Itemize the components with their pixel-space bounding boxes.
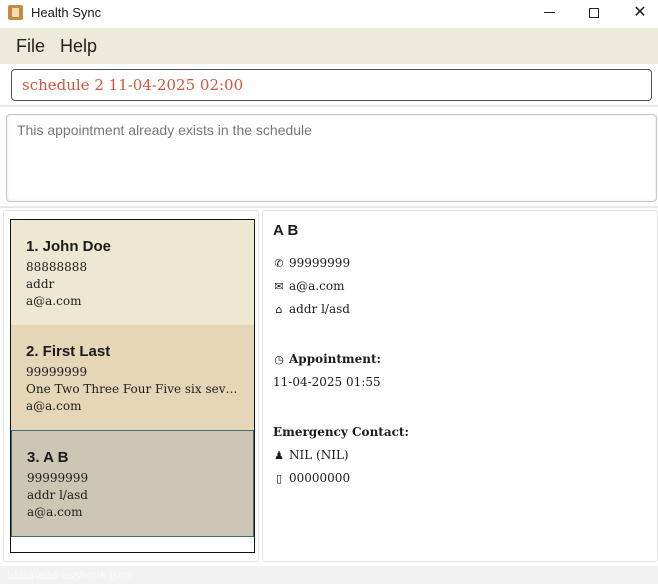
- person-email: a@a.com: [27, 505, 83, 519]
- menu-file[interactable]: File: [16, 36, 45, 57]
- person-icon: ♟: [274, 449, 284, 462]
- emergency-contact-heading: Emergency Contact:: [273, 425, 409, 439]
- mail-icon: ✉: [274, 280, 284, 293]
- emergency-name: NIL (NIL): [289, 448, 349, 462]
- emergency-phone-row: ▯ 00000000: [273, 471, 350, 485]
- status-bar: .\data\addressbook.json: [0, 566, 658, 584]
- person-address: addr: [26, 277, 55, 291]
- result-area: This appointment already exists in the s…: [0, 109, 658, 208]
- home-icon: ⌂: [275, 303, 283, 316]
- clock-icon: ◷: [274, 353, 284, 366]
- person-phone: 88888888: [26, 260, 88, 274]
- status-path: .\data\addressbook.json: [4, 568, 132, 582]
- menu-bar: File Help: [0, 28, 658, 64]
- maximize-icon: [589, 7, 599, 18]
- person-name: 2. First Last: [26, 343, 111, 360]
- command-area: schedule 2 11-04-2025 02:00: [0, 64, 658, 107]
- person-email: a@a.com: [26, 294, 82, 308]
- person-card[interactable]: 1. John Doe 88888888 addr a@a.com: [11, 220, 254, 325]
- person-name: 3. A B: [27, 449, 69, 466]
- person-name: 1. John Doe: [26, 238, 112, 255]
- detail-email-row: ✉ a@a.com: [273, 279, 344, 293]
- minimize-button[interactable]: [526, 0, 572, 26]
- person-phone: 99999999: [27, 471, 89, 485]
- appointment-heading: ◷ Appointment:: [273, 352, 381, 366]
- person-card[interactable]: 2. First Last 99999999 One Two Three Fou…: [11, 325, 254, 430]
- emergency-phone: 00000000: [289, 471, 351, 485]
- person-phone: 99999999: [26, 365, 88, 379]
- person-email: a@a.com: [26, 399, 82, 413]
- result-display[interactable]: This appointment already exists in the s…: [6, 114, 657, 202]
- emergency-name-row: ♟ NIL (NIL): [273, 448, 349, 462]
- minimize-icon: [543, 12, 555, 13]
- mobile-icon: ▯: [275, 472, 283, 485]
- appointment-label: Appointment:: [289, 352, 381, 366]
- person-card-selected[interactable]: 3. A B 99999999 addr l/asd a@a.com: [11, 430, 254, 537]
- command-input-text: schedule 2 11-04-2025 02:00: [22, 76, 244, 94]
- menu-help[interactable]: Help: [60, 36, 97, 57]
- person-address: addr l/asd: [27, 488, 88, 502]
- maximize-button[interactable]: [571, 0, 617, 26]
- person-list[interactable]: 1. John Doe 88888888 addr a@a.com 2. Fir…: [10, 219, 255, 553]
- detail-email: a@a.com: [289, 279, 345, 293]
- detail-address-row: ⌂ addr l/asd: [273, 302, 350, 316]
- detail-name: A B: [273, 222, 299, 239]
- detail-appointment: 11-04-2025 01:55: [273, 375, 381, 389]
- result-message: This appointment already exists in the s…: [17, 122, 312, 138]
- window-title: Health Sync: [31, 5, 102, 20]
- title-bar: Health Sync ✕: [0, 0, 658, 26]
- detail-address: addr l/asd: [289, 302, 350, 316]
- person-detail-panel: A B ✆ 99999999 ✉ a@a.com ⌂ addr l/asd ◷ Appo…: [262, 210, 658, 562]
- app-icon: [8, 5, 23, 20]
- close-button[interactable]: ✕: [617, 0, 658, 26]
- command-input[interactable]: schedule 2 11-04-2025 02:00: [11, 69, 652, 101]
- detail-phone-row: ✆ 99999999: [273, 256, 350, 270]
- person-address: One Two Three Four Five six seven eight: [26, 382, 241, 396]
- person-list-panel: 1. John Doe 88888888 addr a@a.com 2. Fir…: [3, 210, 259, 562]
- phone-icon: ✆: [274, 257, 284, 270]
- close-icon: ✕: [633, 2, 647, 21]
- detail-phone: 99999999: [289, 256, 351, 270]
